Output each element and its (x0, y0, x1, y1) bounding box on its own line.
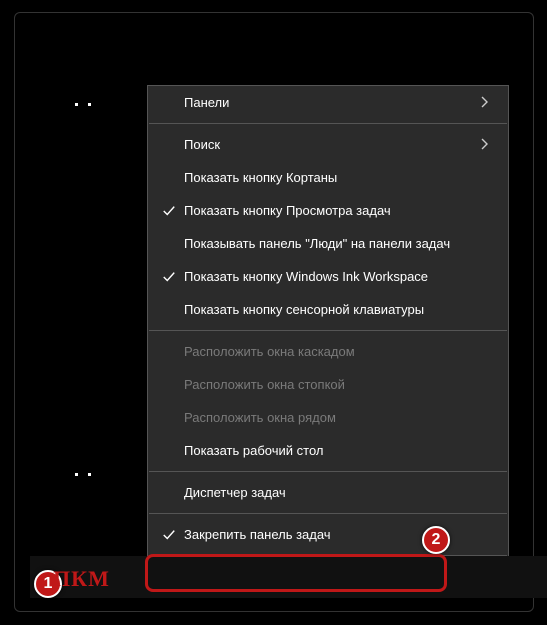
menu-separator (149, 513, 507, 514)
check-icon (158, 528, 180, 542)
menu-item[interactable]: Показать рабочий стол (148, 434, 508, 467)
menu-item-label: Расположить окна рядом (180, 410, 494, 425)
menu-item[interactable]: Диспетчер задач (148, 476, 508, 509)
menu-item: Расположить окна каскадом (148, 335, 508, 368)
menu-item[interactable]: Показать кнопку Просмотра задач (148, 194, 508, 227)
check-icon (158, 270, 180, 284)
menu-item[interactable]: Поиск (148, 128, 508, 161)
chevron-right-icon (480, 137, 494, 153)
chevron-right-icon (480, 95, 494, 111)
menu-item: Расположить окна стопкой (148, 368, 508, 401)
annotation-hint-text: ПКМ (53, 566, 110, 592)
menu-item-label: Диспетчер задач (180, 485, 494, 500)
menu-item-label: Показать рабочий стол (180, 443, 494, 458)
taskbar-context-menu: Панели Поиск Показать кнопку Кортаны Показа… (147, 85, 509, 594)
menu-item-label: Показать кнопку Просмотра задач (180, 203, 494, 218)
menu-item[interactable]: Закрепить панель задач (148, 518, 508, 551)
menu-item-label: Расположить окна стопкой (180, 377, 494, 392)
screenshot-frame: Панели Поиск Показать кнопку Кортаны Показа… (14, 12, 534, 612)
menu-item[interactable]: Показать кнопку Кортаны (148, 161, 508, 194)
menu-item-label: Показать кнопку сенсорной клавиатуры (180, 302, 494, 317)
check-icon (158, 204, 180, 218)
desktop-pixels (75, 473, 91, 476)
menu-item-label: Расположить окна каскадом (180, 344, 494, 359)
desktop-pixels (75, 103, 91, 106)
menu-separator (149, 471, 507, 472)
menu-item[interactable]: Показывать панель "Люди" на панели задач (148, 227, 508, 260)
menu-separator (149, 330, 507, 331)
menu-item-label: Показать кнопку Windows Ink Workspace (180, 269, 494, 284)
menu-item[interactable]: Показать кнопку Windows Ink Workspace (148, 260, 508, 293)
menu-item[interactable]: Показать кнопку сенсорной клавиатуры (148, 293, 508, 326)
menu-item-label: Поиск (180, 137, 480, 152)
menu-item[interactable]: Панели (148, 86, 508, 119)
annotation-badge-2: 2 (422, 526, 450, 554)
menu-item-label: Показывать панель "Люди" на панели задач (180, 236, 494, 251)
menu-item-label: Показать кнопку Кортаны (180, 170, 494, 185)
menu-separator (149, 123, 507, 124)
menu-item-label: Панели (180, 95, 480, 110)
menu-item: Расположить окна рядом (148, 401, 508, 434)
